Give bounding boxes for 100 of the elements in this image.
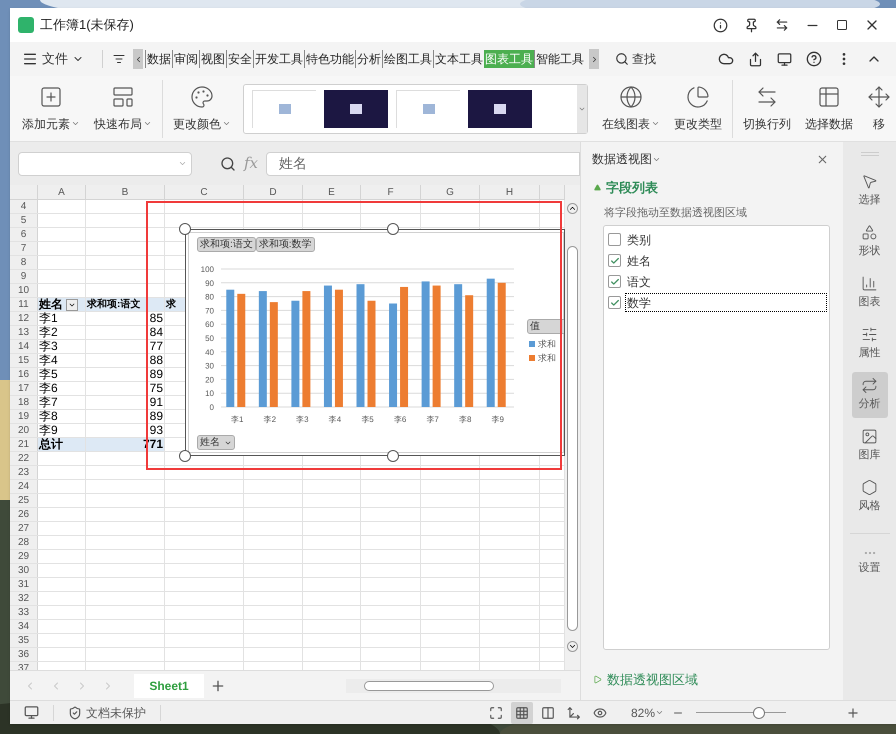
shield-icon[interactable] bbox=[68, 706, 82, 720]
field-label[interactable]: 数学 bbox=[625, 293, 827, 312]
column-header[interactable]: A bbox=[38, 185, 86, 199]
file-menu[interactable]: 文件 bbox=[22, 49, 92, 69]
monitor-icon[interactable] bbox=[24, 705, 39, 720]
scroll-up-icon[interactable] bbox=[567, 203, 578, 214]
ribbon-tab[interactable]: 审阅 bbox=[172, 50, 199, 68]
column-header[interactable]: H bbox=[480, 185, 540, 199]
expand-icon[interactable] bbox=[594, 184, 601, 192]
field-button[interactable]: 求和项:数学 bbox=[256, 237, 315, 252]
tab-scroll-right[interactable] bbox=[589, 49, 599, 69]
column-header[interactable]: C bbox=[165, 185, 244, 199]
column-header[interactable]: D bbox=[244, 185, 303, 199]
pin-icon[interactable] bbox=[744, 18, 759, 32]
ribbon-button[interactable]: 快速布局 bbox=[90, 80, 156, 138]
search-button[interactable]: 查找 bbox=[615, 50, 656, 68]
column-header[interactable]: G bbox=[421, 185, 480, 199]
column-header[interactable]: B bbox=[86, 185, 165, 199]
info-icon[interactable] bbox=[713, 18, 728, 32]
checkbox[interactable] bbox=[608, 296, 621, 309]
zoom-icon[interactable] bbox=[220, 156, 236, 172]
pie-chart-icon bbox=[686, 84, 710, 108]
table-cell: 89 bbox=[150, 410, 163, 423]
field-button[interactable]: 值 bbox=[527, 319, 564, 334]
ribbon-tab[interactable]: 分析 bbox=[355, 50, 382, 68]
ribbon-tab[interactable]: 数据 bbox=[145, 50, 172, 68]
sidebar-item[interactable]: 图表 bbox=[852, 270, 888, 316]
scroll-down-icon[interactable] bbox=[567, 641, 578, 652]
slider-thumb[interactable] bbox=[753, 706, 766, 718]
share-icon[interactable] bbox=[748, 52, 763, 66]
resize-handle[interactable] bbox=[387, 450, 399, 462]
chart-style-gallery[interactable] bbox=[243, 84, 588, 134]
field-label[interactable]: 姓名 bbox=[625, 251, 652, 270]
chart-area[interactable]: 求和项:语文 求和项:数学 0 10 20 30 40 50 60 70 80 90 100 李1 李2 李3 李4 李5 李6 李7 李8 李9 值 求和 求和 姓名 bbox=[185, 229, 565, 456]
ribbon-button[interactable]: 更改颜色 bbox=[162, 80, 235, 138]
sidebar-item[interactable]: 分析 bbox=[852, 372, 888, 418]
resize-handle[interactable] bbox=[387, 223, 399, 235]
axis-label: 30 bbox=[205, 362, 214, 371]
row-number: 30 bbox=[10, 564, 38, 577]
row-number: 13 bbox=[10, 326, 38, 339]
monitor-icon[interactable] bbox=[777, 52, 792, 66]
row-number: 19 bbox=[10, 410, 38, 423]
panel-title[interactable]: 数据透视图 bbox=[592, 150, 652, 168]
field-button[interactable]: 求和项:语文 bbox=[197, 237, 256, 252]
ribbon-button[interactable]: 添加元素 bbox=[18, 80, 84, 138]
zoom-level[interactable]: 82% bbox=[631, 704, 664, 722]
ribbon-tab[interactable]: 智能工具 bbox=[534, 50, 585, 68]
maximize-icon[interactable] bbox=[836, 19, 848, 31]
view-mode-button[interactable] bbox=[511, 702, 533, 724]
ribbon-tab[interactable]: 绘图工具 bbox=[382, 50, 433, 68]
settings-button[interactable]: 设置 bbox=[858, 546, 880, 576]
row-number: 20 bbox=[10, 424, 38, 437]
expand-icon[interactable] bbox=[593, 675, 602, 684]
resize-handle[interactable] bbox=[179, 223, 191, 235]
ribbon-button[interactable]: 更改类型 bbox=[670, 80, 726, 138]
vertical-scrollbar[interactable] bbox=[565, 185, 580, 670]
filter-button[interactable] bbox=[66, 298, 78, 310]
protection-status[interactable]: 文档未保护 bbox=[86, 704, 146, 722]
column-header[interactable]: F bbox=[361, 185, 421, 199]
resize-handle[interactable] bbox=[179, 450, 191, 462]
ribbon-tab[interactable]: 特色功能 bbox=[304, 50, 355, 68]
chart-style-thumbnail[interactable] bbox=[324, 90, 388, 128]
ribbon-tab[interactable]: 开发工具 bbox=[253, 50, 304, 68]
formula-field[interactable]: 姓名 bbox=[266, 152, 580, 176]
sidebar-item[interactable]: 属性 bbox=[852, 321, 888, 367]
ribbon-button[interactable]: 选择数据 bbox=[801, 80, 857, 138]
field-button[interactable]: 姓名 bbox=[197, 435, 235, 450]
zoom-in-icon[interactable] bbox=[846, 706, 860, 720]
hexagon-icon bbox=[861, 479, 878, 496]
checkbox[interactable] bbox=[608, 233, 621, 246]
ribbon-tab[interactable]: 安全 bbox=[226, 50, 253, 68]
ribbon-button[interactable]: 切换行列 bbox=[732, 80, 795, 138]
caret-icon bbox=[178, 159, 187, 168]
cloud-icon[interactable] bbox=[718, 51, 734, 67]
chart-style-thumbnail[interactable] bbox=[468, 90, 532, 128]
ribbon-button[interactable]: 在线图表 bbox=[598, 80, 664, 138]
field-label[interactable]: 类别 bbox=[625, 230, 652, 249]
customize-icon[interactable] bbox=[113, 53, 125, 65]
row-number: 36 bbox=[10, 648, 38, 661]
section-title[interactable]: 字段列表 bbox=[606, 178, 658, 198]
horizontal-scrollbar[interactable] bbox=[346, 678, 561, 692]
column-header[interactable]: E bbox=[303, 185, 361, 199]
tab-scroll-left[interactable] bbox=[133, 49, 143, 69]
axis-label: 李3 bbox=[296, 415, 309, 424]
add-sheet-icon[interactable] bbox=[210, 678, 226, 694]
sidebar-item[interactable]: 图库 bbox=[852, 423, 888, 469]
row-number: 9 bbox=[10, 270, 38, 283]
section-title[interactable]: 数据透视图区域 bbox=[607, 670, 698, 690]
table-cell: 总计 bbox=[39, 438, 63, 451]
sidebar-item[interactable]: 选择 bbox=[852, 168, 888, 214]
sidebar-item[interactable]: 风格 bbox=[852, 474, 888, 520]
checkbox[interactable] bbox=[608, 254, 621, 267]
checkbox[interactable] bbox=[608, 275, 621, 288]
ribbon-tab[interactable]: 视图 bbox=[199, 50, 226, 68]
arrows-icon[interactable] bbox=[775, 18, 789, 32]
help-icon[interactable] bbox=[806, 51, 822, 67]
ribbon-button[interactable]: 移 bbox=[863, 80, 895, 138]
sidebar-item[interactable]: 形状 bbox=[852, 219, 888, 265]
field-label[interactable]: 语文 bbox=[625, 272, 652, 291]
table-cell: 李7 bbox=[39, 396, 58, 409]
